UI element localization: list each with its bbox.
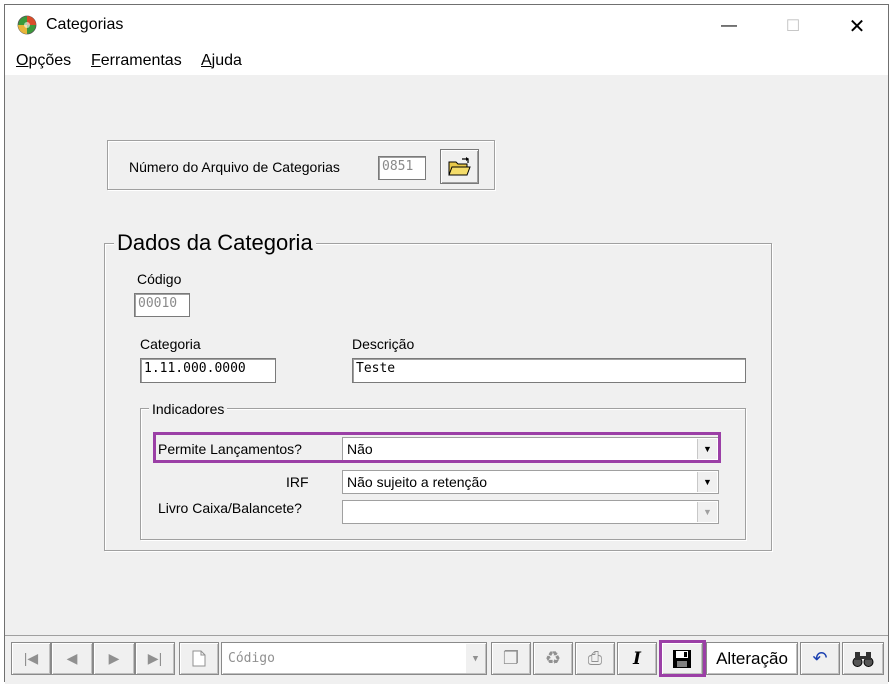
italic-button[interactable]: I <box>617 642 657 675</box>
chevron-down-icon[interactable]: ▼ <box>697 472 717 492</box>
category-data-title: Dados da Categoria <box>114 230 316 256</box>
print-button[interactable]: ⎙ <box>575 642 615 675</box>
bottom-toolbar: |◀ ◀ ▶ ▶| Código ▼ ❐ ♻ ⎙ I Alteração ↶ <box>5 635 888 684</box>
file-number-label: Número do Arquivo de Categorias <box>129 159 340 175</box>
previous-record-button[interactable]: ◀ <box>51 642 93 675</box>
app-globe-icon <box>17 15 37 35</box>
menu-opcoes[interactable]: Opções <box>16 52 71 70</box>
new-document-icon <box>192 650 206 667</box>
trash-icon: ♻ <box>544 648 562 668</box>
chevron-down-icon[interactable]: ▼ <box>697 439 717 459</box>
app-window: Categorias — ☐ ✕ Opções Ferramentas Ajud… <box>4 4 889 684</box>
delete-record-button[interactable]: ♻ <box>533 642 573 675</box>
floppy-disk-icon <box>673 649 691 668</box>
chevron-down-icon[interactable]: ▼ <box>697 502 717 522</box>
open-file-button[interactable] <box>440 149 479 184</box>
irf-value: Não sujeito a retenção <box>347 474 488 490</box>
permite-dropdown[interactable]: Não ▼ <box>342 437 719 461</box>
mode-status: Alteração <box>706 642 798 675</box>
codigo-label: Código <box>137 271 182 287</box>
livro-dropdown[interactable]: ▼ <box>342 500 719 524</box>
permite-label: Permite Lançamentos? <box>158 441 302 457</box>
save-button[interactable] <box>661 642 703 675</box>
permite-value: Não <box>347 441 373 457</box>
next-record-icon: ▶ <box>108 650 120 666</box>
menu-bar: Opções Ferramentas Ajuda <box>5 47 888 75</box>
close-icon: ✕ <box>848 15 866 38</box>
next-record-button[interactable]: ▶ <box>93 642 135 675</box>
printer-icon: ⎙ <box>587 648 603 668</box>
close-button[interactable]: ✕ <box>825 5 889 47</box>
descricao-field[interactable]: Teste <box>352 358 746 383</box>
client-area: Número do Arquivo de Categorias 0851 Dad… <box>5 75 888 635</box>
new-document-button[interactable] <box>179 642 219 675</box>
open-folder-icon <box>447 156 471 175</box>
last-record-icon: ▶| <box>147 650 163 666</box>
last-record-button[interactable]: ▶| <box>135 642 175 675</box>
search-code-placeholder: Código <box>228 651 275 666</box>
minimize-icon: — <box>721 17 737 34</box>
find-button[interactable] <box>842 642 884 675</box>
copy-record-button[interactable]: ❐ <box>491 642 531 675</box>
search-code-combo[interactable]: Código ▼ <box>221 642 487 675</box>
mode-label: Alteração <box>716 648 788 668</box>
minimize-button[interactable]: — <box>697 5 761 47</box>
window-title: Categorias <box>46 16 124 33</box>
irf-dropdown[interactable]: Não sujeito a retenção ▼ <box>342 470 719 494</box>
menu-ferramentas[interactable]: Ferramentas <box>91 52 182 70</box>
previous-record-icon: ◀ <box>66 650 78 666</box>
file-number-field[interactable]: 0851 <box>378 156 426 180</box>
livro-label: Livro Caixa/Balancete? <box>158 500 302 516</box>
descricao-label: Descrição <box>352 336 415 352</box>
maximize-button[interactable]: ☐ <box>761 5 825 47</box>
first-record-button[interactable]: |◀ <box>11 642 51 675</box>
undo-button[interactable]: ↶ <box>800 642 840 675</box>
undo-icon: ↶ <box>812 648 828 668</box>
maximize-icon: ☐ <box>785 18 801 35</box>
codigo-field[interactable]: 00010 <box>134 293 190 317</box>
chevron-down-icon[interactable]: ▼ <box>466 644 485 673</box>
copy-docs-icon: ❐ <box>502 648 520 668</box>
first-record-icon: |◀ <box>23 650 39 666</box>
categoria-field[interactable]: 1.11.000.0000 <box>140 358 276 383</box>
italic-icon: I <box>633 648 641 669</box>
title-bar: Categorias — ☐ ✕ <box>5 5 888 47</box>
binoculars-icon <box>852 651 874 667</box>
indicators-title: Indicadores <box>149 401 228 417</box>
irf-label: IRF <box>286 474 309 490</box>
menu-ajuda[interactable]: Ajuda <box>201 52 242 70</box>
categoria-label: Categoria <box>140 336 201 352</box>
